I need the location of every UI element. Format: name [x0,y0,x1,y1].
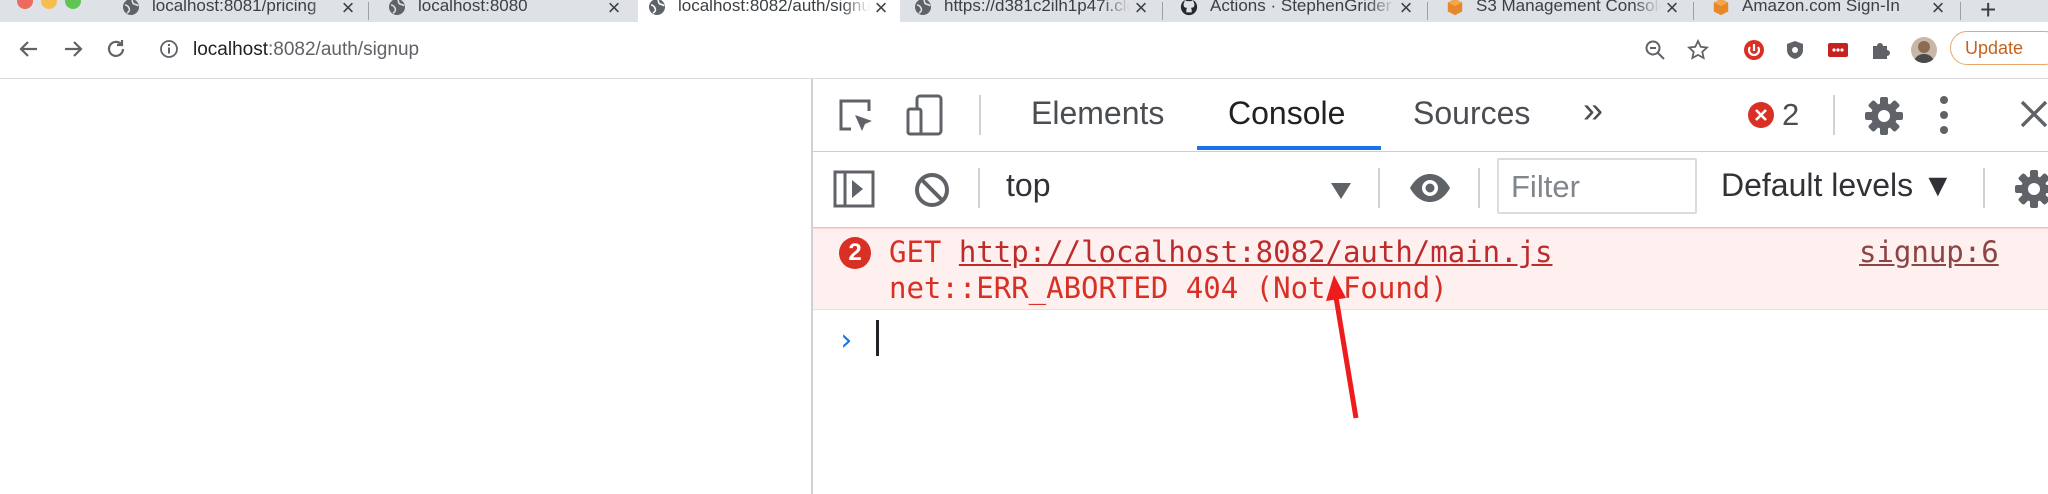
annotation-arrow [1326,275,1359,419]
browser-tab[interactable]: Amazon.com Sign-In × [1702,0,1957,22]
shield-icon[interactable] [1783,38,1807,62]
url-path: :8082/auth/signup [268,39,420,60]
close-window-button[interactable] [17,0,33,9]
browser-tab-active[interactable]: localhost:8082/auth/signup × [638,0,900,22]
browser-toolbar: localhost:8082/auth/signup Update [0,22,2048,79]
close-icon[interactable]: × [1927,0,1949,20]
browser-tab[interactable]: https://d381c2ilh1p47i.cloudfront.net × [904,0,1160,22]
close-icon[interactable]: × [1661,0,1683,20]
tab-title: localhost:8080 [418,0,528,15]
browser-tab[interactable]: S3 Management Console × [1436,0,1691,22]
close-icon[interactable]: × [337,0,359,20]
star-icon[interactable] [1686,38,1710,62]
url-host: localhost [193,39,268,60]
new-tab-button[interactable]: + [1980,0,1996,22]
zoom-window-button[interactable] [65,0,81,9]
browser-tab[interactable]: localhost:8080 × [378,0,633,22]
forward-button[interactable] [58,34,88,64]
aws-icon [1712,0,1730,20]
puzzle-icon[interactable] [1868,38,1892,62]
devtools-panel: Elements Console Sources » 2 top Filter … [813,79,2048,494]
close-icon[interactable]: × [1130,0,1152,20]
back-button[interactable] [14,34,44,64]
close-icon[interactable]: × [1395,0,1417,20]
minimize-window-button[interactable] [41,0,57,9]
tab-title: localhost:8081/pricing [152,0,317,15]
close-icon[interactable]: × [870,0,892,20]
browser-tab[interactable]: Actions · StephenGrider × [1170,0,1425,22]
reload-button[interactable] [101,34,131,64]
tab-title: Actions · StephenGrider [1210,0,1392,15]
page-viewport [0,79,1063,494]
zoom-icon[interactable] [1643,38,1667,62]
info-icon[interactable] [159,39,181,61]
globe-icon [914,0,932,20]
address-bar[interactable]: localhost:8082/auth/signup [150,30,1690,70]
github-icon [1180,0,1198,20]
globe-icon [648,0,666,20]
close-icon[interactable]: × [603,0,625,20]
tab-title: Amazon.com Sign-In [1742,0,1900,15]
tab-title: S3 Management Console [1476,0,1661,15]
browser-tab[interactable]: localhost:8081/pricing × [112,0,367,22]
tab-strip: localhost:8081/pricing × localhost:8080 … [0,0,2048,22]
extension-icon[interactable] [1742,38,1766,62]
tab-title: localhost:8082/auth/signup [678,0,870,15]
aws-icon [1446,0,1464,20]
globe-icon [388,0,406,20]
tab-title: https://d381c2ilh1p47i.cloudfront.net [944,0,1130,15]
update-button[interactable]: Update [1950,31,2048,65]
globe-icon [122,0,140,20]
extension-icon[interactable] [1826,38,1850,62]
avatar[interactable] [1911,37,1937,63]
